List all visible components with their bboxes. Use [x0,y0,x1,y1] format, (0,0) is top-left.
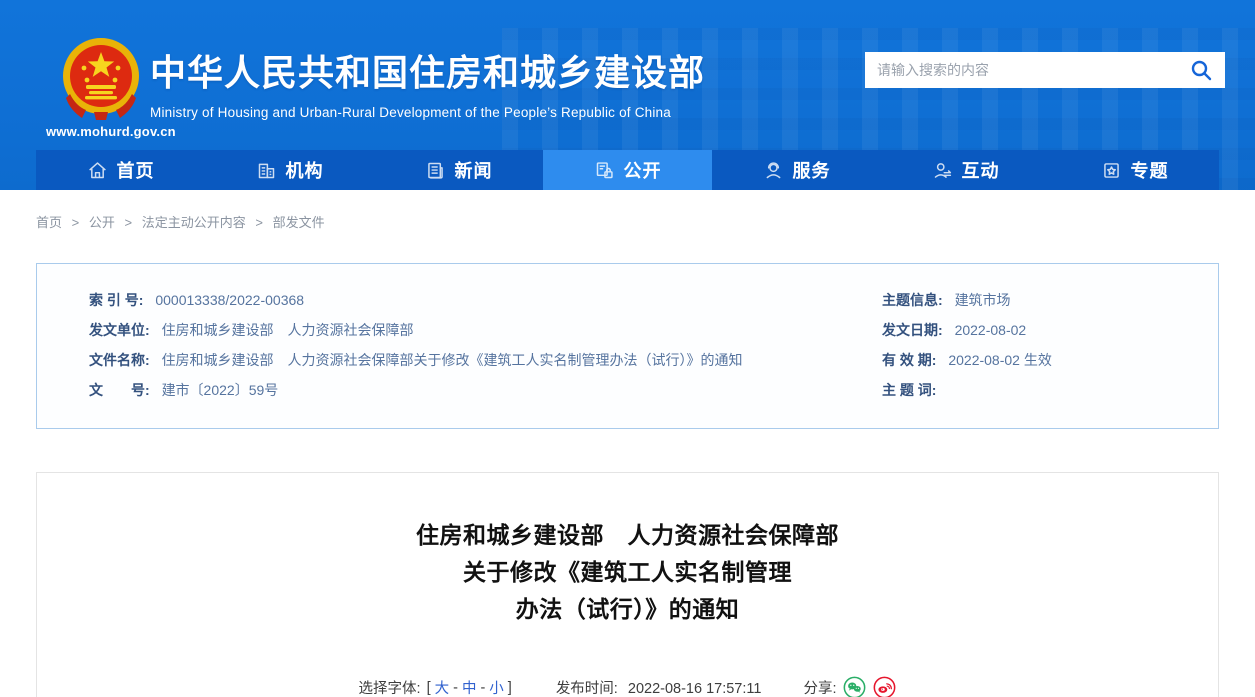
article-title: 住房和城乡建设部 人力资源社会保障部 关于修改《建筑工人实名制管理 办法（试行）… [37,517,1218,628]
main-nav: 首页 机构 新闻 公开 服务 互动 专题 [36,150,1219,190]
breadcrumb: 首页 > 公开 > 法定主动公开内容 > 部发文件 [36,212,1219,231]
site-logo: www.mohurd.gov.cn [46,36,176,139]
nav-item-label: 服务 [792,161,831,181]
meta-value: 建筑市场 [954,292,1011,308]
weibo-share-button[interactable] [873,676,896,697]
metadata-right-column: 主题信息: 建筑市场 发文日期: 2022-08-02 有 效 期: 2022-… [882,285,1218,405]
wechat-icon [844,676,866,697]
meta-row-document-number: 文 号: 建市〔2022〕59号 [89,375,882,405]
document-metadata-box: 索 引 号: 000013338/2022-00368 发文单位: 住房和城乡建… [36,263,1219,429]
font-size-selector: 选择字体: [ 大 - 中 - 小 ] [359,677,514,697]
meta-row-index-number: 索 引 号: 000013338/2022-00368 [89,285,882,315]
meta-label: 文件名称: [89,352,150,368]
topics-icon [1103,162,1119,178]
meta-label: 有 效 期: [882,352,937,368]
breadcrumb-separator: > [255,215,263,230]
font-size-large-button[interactable]: 大 [435,677,450,697]
share-label: 分享: [803,681,837,697]
breadcrumb-home[interactable]: 首页 [36,215,62,230]
font-selector-label: 选择字体: [358,681,421,697]
meta-label: 主题信息: [882,292,943,308]
meta-value: 住房和城乡建设部 人力资源社会保障部关于修改《建筑工人实名制管理办法（试行）》的… [161,352,743,368]
bracket-open: [ [426,679,431,696]
publish-time-group: 发布时间: 2022-08-16 17:57:11 [556,677,762,697]
meta-row-effective-date: 有 效 期: 2022-08-02 生效 [882,345,1208,375]
font-dash: - [480,679,486,696]
nav-item-label: 首页 [116,161,155,181]
search-input[interactable] [877,62,1189,78]
search-icon [1191,60,1212,81]
site-header: www.mohurd.gov.cn 中华人民共和国住房和城乡建设部 Minist… [0,0,1255,190]
meta-value: 2022-08-02 [954,322,1027,338]
publish-time-value: 2022-08-16 17:57:11 [627,681,762,697]
nav-item-topics[interactable]: 专题 [1050,150,1219,190]
site-title: 中华人民共和国住房和城乡建设部 [150,52,706,93]
nav-item-label: 互动 [961,161,1000,181]
nav-item-label: 机构 [285,161,324,181]
meta-label: 主 题 词: [882,382,937,398]
nav-item-services[interactable]: 服务 [712,150,881,190]
interaction-icon [934,162,951,178]
nav-item-interaction[interactable]: 互动 [881,150,1050,190]
nav-item-label: 新闻 [454,161,493,181]
publish-time-label: 发布时间: [555,681,618,697]
site-subtitle: Ministry of Housing and Urban-Rural Deve… [150,105,671,120]
font-size-medium-button[interactable]: 中 [462,677,477,697]
nav-item-orgs[interactable]: 机构 [205,150,374,190]
news-icon [427,162,443,179]
meta-value: 建市〔2022〕59号 [161,382,279,398]
breadcrumb-disclosure[interactable]: 公开 [89,215,115,230]
home-icon [88,161,106,178]
site-title-block: 中华人民共和国住房和城乡建设部 Ministry of Housing and … [150,44,705,120]
meta-row-keywords: 主 题 词: [882,375,1208,405]
font-size-small-button[interactable]: 小 [489,677,504,697]
building-icon [258,163,274,178]
meta-row-issuing-unit: 发文单位: 住房和城乡建设部 人力资源社会保障部 [89,315,882,345]
breadcrumb-ministry-documents[interactable]: 部发文件 [273,215,325,230]
disclosure-icon [596,161,613,178]
meta-value: 住房和城乡建设部 人力资源社会保障部 [161,322,414,338]
article-toolbar: 选择字体: [ 大 - 中 - 小 ] 发布时间: 2022-08-16 17:… [37,676,1218,697]
breadcrumb-separator: > [71,215,80,230]
share-group: 分享: [803,676,896,697]
metadata-left-column: 索 引 号: 000013338/2022-00368 发文单位: 住房和城乡建… [37,285,882,405]
article-title-line: 住房和城乡建设部 人力资源社会保障部 [416,522,839,548]
article-title-line: 办法（试行）》的通知 [515,596,740,622]
article-title-line: 关于修改《建筑工人实名制管理 [463,559,792,585]
nav-item-disclosure[interactable]: 公开 [543,150,712,190]
meta-row-topic-info: 主题信息: 建筑市场 [882,285,1208,315]
meta-value: 000013338/2022-00368 [155,292,305,308]
meta-row-issue-date: 发文日期: 2022-08-02 [882,315,1208,345]
font-dash: - [453,679,458,696]
meta-label: 发文单位: [89,322,150,338]
wechat-share-button[interactable] [843,676,866,697]
search-box [865,52,1225,88]
meta-row-document-name: 文件名称: 住房和城乡建设部 人力资源社会保障部关于修改《建筑工人实名制管理办法… [89,345,882,375]
nav-item-label: 专题 [1130,161,1169,181]
meta-label: 发文日期: [882,322,943,338]
nav-item-news[interactable]: 新闻 [374,150,543,190]
site-url: www.mohurd.gov.cn [46,124,176,139]
article-content-box: 住房和城乡建设部 人力资源社会保障部 关于修改《建筑工人实名制管理 办法（试行）… [36,472,1219,697]
meta-value: 2022-08-02 生效 [948,352,1052,368]
search-button[interactable] [1189,58,1213,82]
breadcrumb-statutory-content[interactable]: 法定主动公开内容 [142,215,246,230]
nav-item-label: 公开 [623,161,662,181]
meta-label: 文 号: [89,382,150,398]
national-emblem-icon [63,38,139,120]
bracket-close: ] [507,679,512,696]
weibo-icon [874,676,896,697]
service-icon [766,161,780,178]
nav-item-home[interactable]: 首页 [36,150,205,190]
meta-label: 索 引 号: [89,292,144,308]
breadcrumb-separator: > [124,215,133,230]
